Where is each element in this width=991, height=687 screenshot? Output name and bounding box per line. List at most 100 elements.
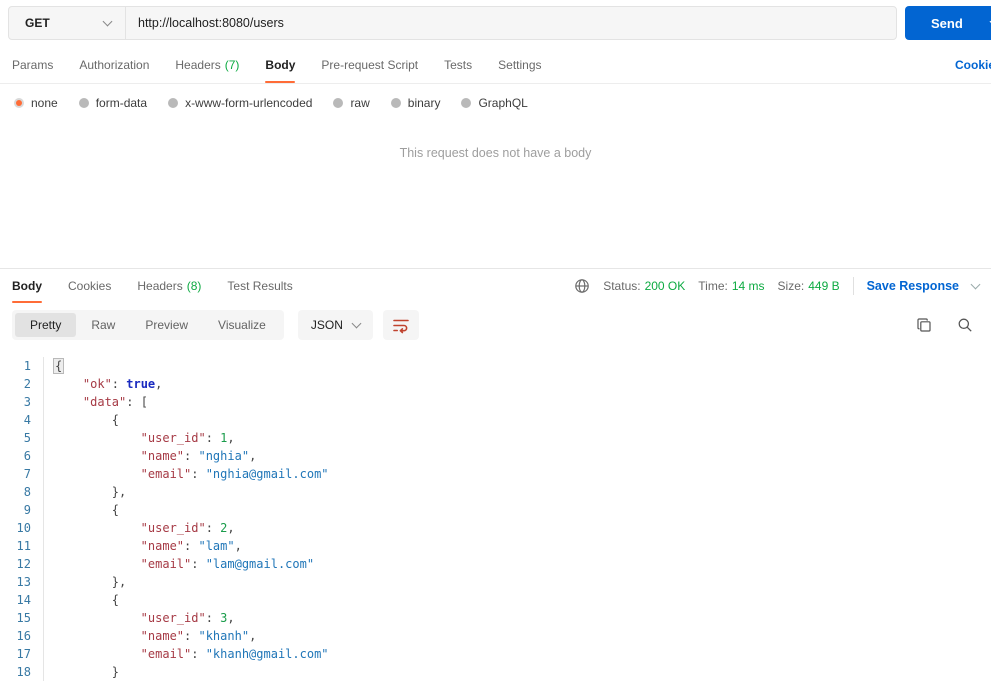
empty-body-message: This request does not have a body (399, 146, 592, 160)
code-text: "email": "khanh@gmail.com" (140, 647, 329, 661)
request-tab-params[interactable]: Params (12, 46, 53, 83)
code-text: "email": "lam@gmail.com" (140, 557, 315, 571)
code-text: "name": "nghia", (140, 449, 257, 463)
format-select-value: JSON (310, 318, 343, 332)
code-line-16: 16 "name": "khanh", (0, 627, 991, 645)
code-line-10: 10 "user_id": 2, (0, 519, 991, 537)
request-tabs: Params Authorization Headers (7) Body Pre-req… (0, 46, 991, 84)
line-number: 6 (0, 447, 44, 465)
body-type-binary[interactable]: binary (390, 96, 441, 110)
code-line-7: 7 "email": "nghia@gmail.com" (0, 465, 991, 483)
radio-icon (333, 98, 344, 108)
code-text: { (111, 503, 120, 517)
cookies-link[interactable]: Cookies (955, 46, 991, 83)
tab-label: Params (12, 57, 54, 72)
status-label: Status: (603, 279, 641, 293)
line-number: 16 (0, 627, 44, 645)
view-mode-switch: Pretty Raw Preview Visualize (12, 310, 284, 340)
format-select[interactable]: JSON (297, 310, 373, 340)
view-mode-visualize[interactable]: Visualize (203, 313, 281, 337)
request-tab-pre-request-script[interactable]: Pre-request Script (321, 46, 418, 83)
copy-icon[interactable] (916, 317, 932, 333)
code-line-3: 3 "data": [ (0, 393, 991, 411)
code-text: "user_id": 2, (140, 521, 235, 535)
response-tab-body[interactable]: Body (12, 269, 42, 303)
code-text: "ok": true, (82, 377, 163, 391)
radio-icon (78, 98, 89, 108)
view-mode-raw[interactable]: Raw (76, 313, 130, 337)
line-number: 14 (0, 591, 44, 609)
radio-icon (168, 98, 179, 108)
body-type-x-www-form-urlencoded[interactable]: x-www-form-urlencoded (168, 96, 312, 110)
globe-icon[interactable] (574, 278, 590, 294)
request-tab-body[interactable]: Body (265, 46, 296, 83)
code-text: }, (111, 485, 127, 499)
line-number: 17 (0, 645, 44, 663)
tab-label: Authorization (79, 57, 150, 72)
radio-icon (390, 98, 401, 108)
body-type-graphql[interactable]: GraphQL (461, 96, 528, 110)
code-text: { (111, 413, 120, 427)
radio-label: binary (407, 96, 441, 110)
code-line-5: 5 "user_id": 1, (0, 429, 991, 447)
send-button-label: Send (931, 15, 963, 31)
line-number: 15 (0, 609, 44, 627)
line-number: 2 (0, 375, 44, 393)
body-type-form-data[interactable]: form-data (78, 96, 147, 110)
tab-label: Cookies (68, 279, 112, 293)
code-text: "user_id": 3, (140, 611, 235, 625)
search-icon[interactable] (957, 317, 973, 333)
view-mode-preview[interactable]: Preview (130, 313, 203, 337)
request-tab-tests[interactable]: Tests (444, 46, 472, 83)
code-line-2: 2 "ok": true, (0, 375, 991, 393)
response-tabs: Body Cookies Headers (8) Test Results Status… (0, 269, 991, 303)
code-line-14: 14 { (0, 591, 991, 609)
method-selector[interactable]: GET (9, 7, 126, 39)
code-text: }, (111, 575, 127, 589)
wrap-text-button[interactable] (382, 310, 419, 340)
chevron-down-icon (351, 318, 362, 329)
request-tab-settings[interactable]: Settings (498, 46, 541, 83)
tab-label: Tests (444, 57, 473, 72)
line-number: 8 (0, 483, 44, 501)
vertical-divider (852, 277, 854, 295)
line-number: 4 (0, 411, 44, 429)
tab-label: Body (265, 57, 296, 72)
code-line-11: 11 "name": "lam", (0, 537, 991, 555)
send-button[interactable]: Send (905, 6, 991, 40)
url-input[interactable]: http://localhost:8080/users (126, 7, 896, 39)
body-type-none[interactable]: none (14, 96, 58, 110)
tab-label: Headers (137, 279, 183, 293)
tab-label: Test Results (227, 279, 293, 293)
radio-label: raw (350, 96, 370, 110)
request-url-bar: GET http://localhost:8080/users Send (0, 0, 991, 46)
size-badge: Size: 449 B (778, 279, 840, 293)
tab-count-badge: (8) (186, 279, 202, 293)
line-number: 3 (0, 393, 44, 411)
view-mode-pretty[interactable]: Pretty (15, 313, 77, 337)
code-text: "email": "nghia@gmail.com" (140, 467, 329, 481)
request-tab-authorization[interactable]: Authorization (79, 46, 149, 83)
wrap-text-icon (393, 319, 409, 333)
code-line-1: 1{ (0, 357, 991, 375)
response-tab-headers[interactable]: Headers (8) (137, 269, 201, 303)
response-tab-test-results[interactable]: Test Results (227, 269, 292, 303)
line-number: 9 (0, 501, 44, 519)
response-tab-cookies[interactable]: Cookies (68, 269, 111, 303)
save-response-button[interactable]: Save Response (867, 279, 959, 293)
code-line-8: 8}, (0, 483, 991, 501)
code-text: "data": [ (82, 395, 148, 409)
code-text: "name": "lam", (140, 539, 242, 553)
line-number: 5 (0, 429, 44, 447)
body-type-raw[interactable]: raw (333, 96, 370, 110)
tab-label: Headers (175, 57, 221, 72)
radio-label: x-www-form-urlencoded (185, 96, 313, 110)
radio-label: none (31, 96, 58, 110)
code-text: "name": "khanh", (140, 629, 257, 643)
chevron-down-icon[interactable] (970, 279, 981, 290)
code-line-18: 18} (0, 663, 991, 681)
tab-count-badge: (7) (224, 57, 240, 72)
chevron-down-icon (102, 16, 113, 27)
request-tab-headers[interactable]: Headers (7) (175, 46, 239, 83)
status-value: 200 OK (644, 279, 686, 293)
